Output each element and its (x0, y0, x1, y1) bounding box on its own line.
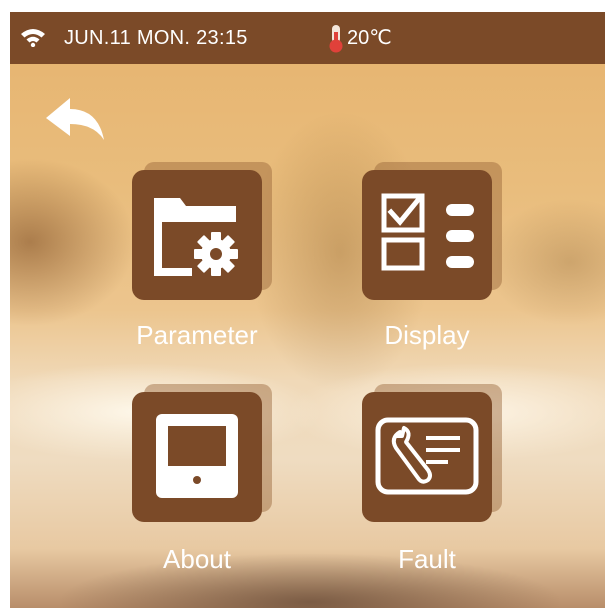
display-label: Display (384, 320, 470, 350)
device-icon (156, 414, 238, 498)
thermometer-icon (329, 25, 343, 53)
about-button[interactable] (132, 392, 262, 522)
fault-label: Fault (398, 544, 456, 574)
temperature-text: 20℃ (347, 27, 392, 49)
display-tile[interactable]: Display (362, 162, 502, 370)
folder-settings-icon (154, 198, 238, 276)
back-arrow-icon[interactable] (44, 94, 108, 146)
home-screen: JUN.11 MON. 23:15 20℃ Parameter Display … (10, 12, 605, 608)
checklist-icon (381, 193, 474, 271)
display-button[interactable] (362, 170, 492, 300)
date-time-text: JUN.11 MON. 23:15 (64, 27, 248, 49)
status-bar: JUN.11 MON. 23:15 20℃ (10, 12, 605, 64)
about-tile[interactable]: About (132, 384, 272, 592)
parameter-label: Parameter (136, 320, 258, 350)
wrench-icon (375, 417, 479, 495)
wifi-icon (21, 29, 45, 47)
parameter-button[interactable] (132, 170, 262, 300)
fault-tile[interactable]: Fault (362, 384, 502, 592)
about-label: About (163, 544, 231, 574)
parameter-tile[interactable]: Parameter (132, 162, 272, 370)
fault-button[interactable] (362, 392, 492, 522)
